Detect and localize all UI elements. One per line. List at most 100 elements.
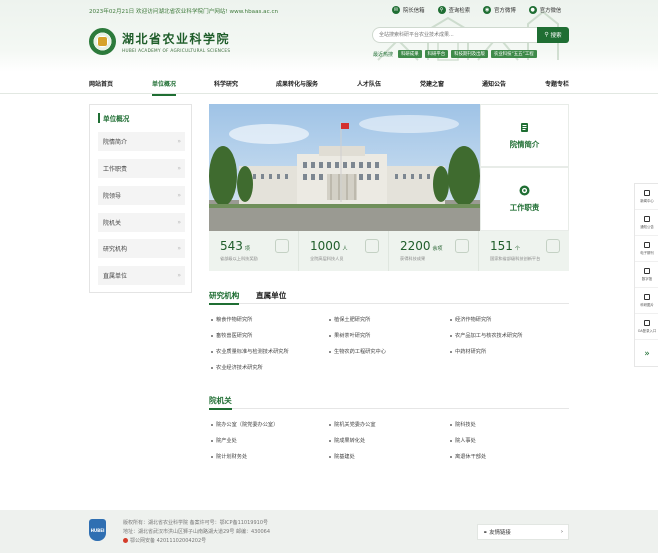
nav-home[interactable]: 网站首页: [89, 79, 113, 88]
card-duties[interactable]: 工作职责: [480, 167, 569, 231]
search-button-label: 搜索: [550, 33, 562, 39]
side-menu: 单位概况 院情简介 » 工作职责 » 院领导 » 院机关 » 研究机构 » 直属单位 »: [89, 104, 192, 293]
hot-search-label: 最近热搜: [373, 51, 394, 58]
side-item-intro[interactable]: 院情简介 »: [98, 132, 185, 151]
wechat-icon: ●: [528, 6, 537, 14]
list-item[interactable]: 院科技处: [450, 421, 476, 428]
stat-caption: 全院高层科技人员: [310, 256, 344, 261]
trophy-icon: [275, 239, 289, 253]
list-item[interactable]: 植保土肥研究所: [329, 316, 370, 323]
floating-quick-bar: 新闻中心 通知公告 电子期刊 数字馆 科研图片 OA登录入口 »: [634, 183, 658, 367]
card-title: 工作职责: [509, 203, 540, 212]
offices-header: 院机关: [209, 395, 569, 410]
side-item-duties[interactable]: 工作职责 »: [98, 159, 185, 178]
footer-copyright: 版权所有：湖北省农业科学院 备案许可号：鄂ICP备11019910号: [123, 520, 269, 526]
quick-oa-login[interactable]: OA登录入口: [635, 314, 658, 340]
nav-overview[interactable]: 单位概况: [152, 79, 177, 96]
list-item[interactable]: 农业经济技术研究所: [211, 364, 263, 371]
main-nav: 网站首页 单位概况 科学研究 成果转化与服务 人才队伍 党建之窗 通知公告 专题…: [0, 72, 658, 96]
offices-title: 院机关: [209, 396, 232, 410]
hot-tag[interactable]: 科研成果: [398, 50, 422, 58]
side-item-label: 院领导: [103, 193, 122, 200]
quick-label: 电子期刊: [640, 251, 654, 255]
search-button[interactable]: ⚲ 搜索: [537, 27, 569, 43]
quick-journal[interactable]: 电子期刊: [635, 236, 658, 262]
list-item[interactable]: 生物农药工程研究中心: [329, 348, 386, 355]
document-icon: [519, 122, 530, 133]
footer-emblem: HUBEI: [89, 519, 106, 541]
top-link-label: 官方微博: [494, 8, 516, 14]
quick-label: 通知公告: [640, 225, 654, 229]
footer-police-record[interactable]: 鄂公网安备 42011102004202号: [123, 537, 206, 544]
hot-tag[interactable]: 农业科技“五五”工程: [490, 50, 537, 58]
library-icon: [644, 268, 650, 274]
top-link-weibo[interactable]: ◉ 官方微博: [483, 6, 516, 14]
list-item[interactable]: 院机关党委办公室: [329, 421, 376, 428]
quick-photos[interactable]: 科研图片: [635, 288, 658, 314]
quick-news[interactable]: 新闻中心: [635, 184, 658, 210]
graduation-cap-icon: [365, 239, 379, 253]
image-icon: [644, 294, 650, 300]
mail-icon: ✉: [392, 6, 400, 14]
top-link-mailbox[interactable]: ✉ 院长信箱: [392, 6, 425, 14]
nav-topics[interactable]: 专题专栏: [545, 79, 569, 88]
nav-talent[interactable]: 人才队伍: [357, 79, 381, 88]
quick-label: 新闻中心: [640, 199, 654, 203]
quick-notices[interactable]: 通知公告: [635, 210, 658, 236]
top-link-wechat[interactable]: ● 官方微信: [528, 6, 561, 14]
search-icon: ⚲: [437, 6, 446, 14]
news-icon: [644, 190, 650, 196]
nav-achievements[interactable]: 成果转化与服务: [276, 79, 318, 88]
police-badge-icon: [123, 538, 128, 543]
top-link-label: 查询检索: [448, 8, 471, 14]
list-item[interactable]: 果树茶叶研究所: [329, 332, 370, 339]
list-item[interactable]: 离退休干部处: [450, 453, 486, 460]
stat-awards: 543 项 省部级以上科技奖励: [209, 231, 299, 271]
site-logo[interactable]: 湖北省农业科学院 HUBEI ACADEMY OF AGRICULTURAL S…: [89, 28, 230, 55]
list-item[interactable]: 院成果转化处: [329, 437, 365, 444]
flask-icon: [546, 239, 560, 253]
list-item[interactable]: 畜牧兽医研究所: [211, 332, 252, 339]
site-footer: HUBEI 版权所有：湖北省农业科学院 备案许可号：鄂ICP备11019910号…: [0, 510, 658, 553]
tab-institutes[interactable]: 研究机构: [209, 290, 240, 305]
list-item[interactable]: 院基建处: [329, 453, 355, 460]
quick-label: OA登录入口: [637, 329, 657, 333]
expand-icon[interactable]: »: [635, 342, 658, 366]
search-input[interactable]: [372, 27, 537, 43]
book-icon: [644, 242, 650, 248]
nav-research[interactable]: 科学研究: [214, 79, 238, 88]
top-link-search[interactable]: ⚲ 查询检索: [437, 6, 471, 14]
chevron-right-icon: »: [177, 245, 181, 252]
side-item-offices[interactable]: 院机关 »: [98, 213, 185, 232]
hot-tag[interactable]: 科研平台: [424, 50, 449, 58]
list-item[interactable]: 农产品加工与核农技术研究所: [450, 332, 522, 339]
list-item[interactable]: 经济作物研究所: [450, 316, 491, 323]
hot-tag[interactable]: 科技期刊及出版: [451, 50, 488, 58]
list-item[interactable]: 院产业处: [211, 437, 237, 444]
nav-notices[interactable]: 通知公告: [482, 79, 506, 88]
footer-address: 地址：湖北省武汉市洪山区狮子山南路湖大道29号 邮编：430064: [123, 529, 271, 535]
nav-party[interactable]: 党建之窗: [420, 79, 444, 88]
friend-links-dropdown[interactable]: ⚭ 友情链接 ›: [477, 524, 569, 540]
list-item[interactable]: 院办公室（院党委办公室）: [211, 421, 278, 428]
logo-title-cn: 湖北省农业科学院: [122, 32, 231, 46]
stat-platforms: 151 个 国家和省部级科技创新平台: [479, 231, 569, 271]
hero-building-photo: [209, 104, 480, 231]
card-intro[interactable]: 院情简介: [480, 104, 569, 167]
list-item[interactable]: 粮食作物研究所: [211, 316, 252, 323]
top-links: ✉ 院长信箱 ⚲ 查询检索 ◉ 官方微博 ● 官方微信: [392, 6, 561, 14]
side-item-leaders[interactable]: 院领导 »: [98, 186, 185, 205]
stat-caption: 获得科技成果: [400, 256, 426, 261]
list-item[interactable]: 院计划财务处: [211, 453, 247, 460]
top-link-label: 院长信箱: [403, 8, 425, 14]
list-item[interactable]: 中药材研究所: [450, 348, 486, 355]
quick-library[interactable]: 数字馆: [635, 262, 658, 288]
stats-bar: 543 项 省部级以上科技奖励 1000 人 全院高层科技人员 2200 余项 获得科…: [209, 231, 569, 271]
side-menu-title: 单位概况: [98, 113, 129, 123]
tab-affiliates[interactable]: 直属单位: [256, 290, 286, 301]
list-item[interactable]: 农业质量标准与检测技术研究所: [211, 348, 289, 355]
list-item[interactable]: 院人事处: [450, 437, 476, 444]
side-item-affiliates[interactable]: 直属单位 »: [98, 266, 185, 285]
chevron-right-icon: »: [177, 165, 181, 172]
side-item-institutes[interactable]: 研究机构 »: [98, 239, 185, 258]
